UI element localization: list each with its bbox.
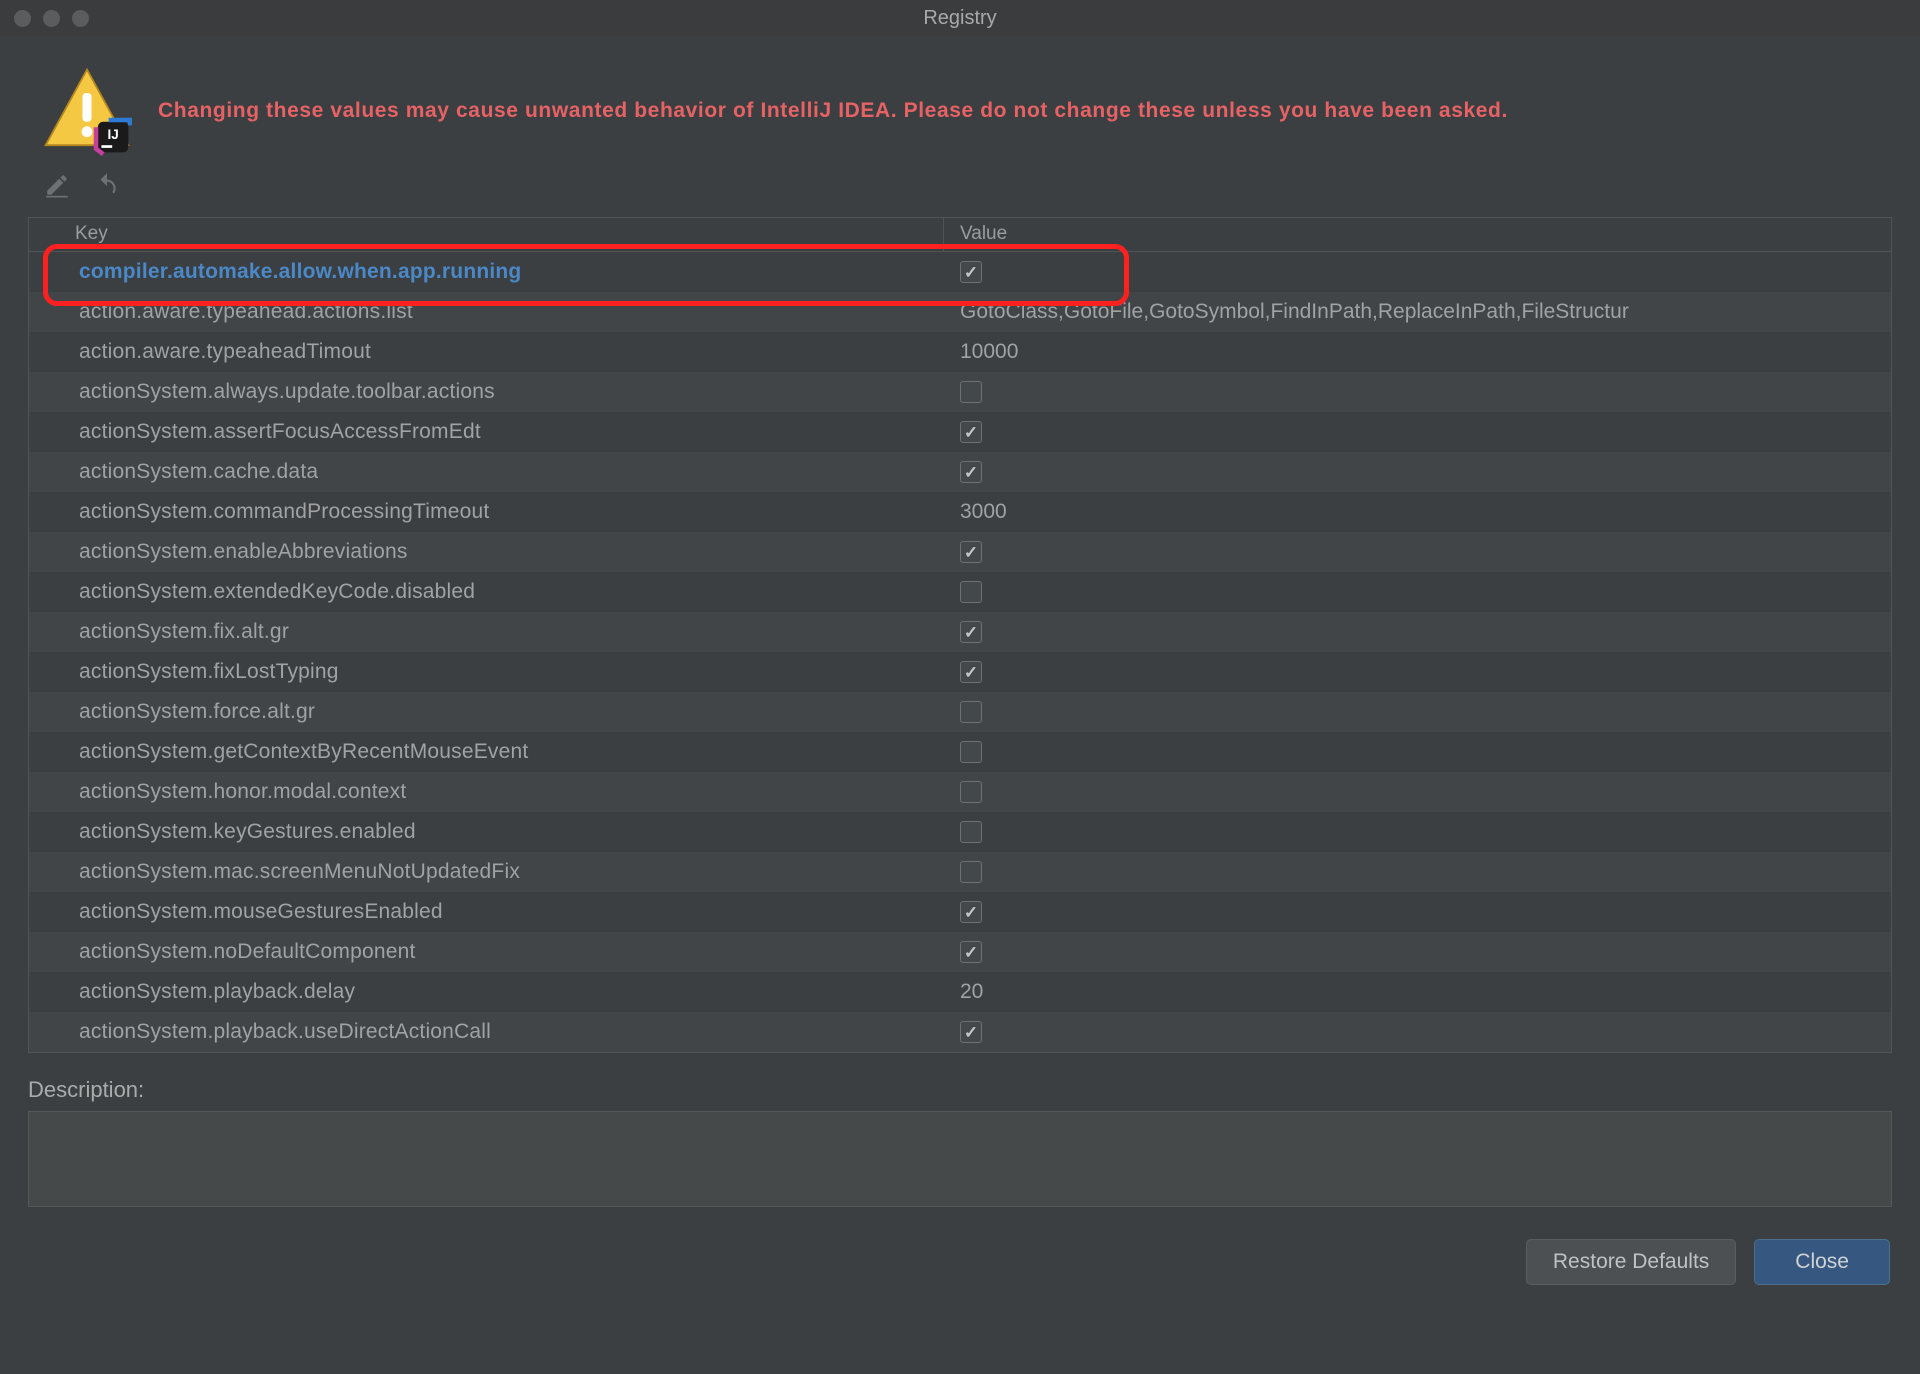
- edit-icon[interactable]: [44, 172, 70, 205]
- restore-defaults-button[interactable]: Restore Defaults: [1526, 1239, 1736, 1285]
- table-row[interactable]: actionSystem.always.update.toolbar.actio…: [29, 372, 1891, 412]
- registry-key: actionSystem.commandProcessingTimeout: [29, 500, 944, 524]
- checkbox[interactable]: [960, 541, 982, 563]
- checkbox[interactable]: [960, 261, 982, 283]
- table-row[interactable]: actionSystem.force.alt.gr: [29, 692, 1891, 732]
- registry-value[interactable]: 3000: [944, 500, 1891, 524]
- registry-value[interactable]: [944, 581, 1891, 603]
- titlebar: Registry: [0, 0, 1920, 36]
- table-row[interactable]: compiler.automake.allow.when.app.running: [29, 252, 1891, 292]
- description-label: Description:: [0, 1073, 1920, 1111]
- registry-key: actionSystem.noDefaultComponent: [29, 940, 944, 964]
- registry-key: actionSystem.honor.modal.context: [29, 780, 944, 804]
- registry-key: actionSystem.fixLostTyping: [29, 660, 944, 684]
- registry-key: actionSystem.enableAbbreviations: [29, 540, 944, 564]
- table-row[interactable]: action.aware.typeaheadTimout10000: [29, 332, 1891, 372]
- registry-key: actionSystem.extendedKeyCode.disabled: [29, 580, 944, 604]
- registry-value[interactable]: [944, 901, 1891, 923]
- registry-value[interactable]: 20: [944, 980, 1891, 1004]
- close-button[interactable]: Close: [1754, 1239, 1890, 1285]
- registry-value[interactable]: [944, 461, 1891, 483]
- registry-value[interactable]: [944, 421, 1891, 443]
- registry-value[interactable]: [944, 541, 1891, 563]
- table-row[interactable]: actionSystem.playback.delay20: [29, 972, 1891, 1012]
- table-row[interactable]: actionSystem.getContextByRecentMouseEven…: [29, 732, 1891, 772]
- registry-table: Key Value compiler.automake.allow.when.a…: [28, 217, 1892, 1053]
- registry-key: actionSystem.getContextByRecentMouseEven…: [29, 740, 944, 764]
- registry-key: actionSystem.force.alt.gr: [29, 700, 944, 724]
- checkbox[interactable]: [960, 821, 982, 843]
- registry-value[interactable]: 10000: [944, 340, 1891, 364]
- table-row[interactable]: actionSystem.noDefaultComponent: [29, 932, 1891, 972]
- registry-value[interactable]: [944, 381, 1891, 403]
- warning-text: Changing these values may cause unwanted…: [158, 97, 1508, 124]
- registry-key: action.aware.typeahead.actions.list: [29, 300, 944, 324]
- checkbox[interactable]: [960, 741, 982, 763]
- checkbox[interactable]: [960, 781, 982, 803]
- registry-key: actionSystem.assertFocusAccessFromEdt: [29, 420, 944, 444]
- registry-value[interactable]: [944, 861, 1891, 883]
- close-window-button[interactable]: [14, 10, 31, 27]
- registry-key: actionSystem.playback.useDirectActionCal…: [29, 1020, 944, 1044]
- warning-banner: IJ Changing these values may cause unwan…: [0, 36, 1920, 166]
- table-row[interactable]: actionSystem.playback.useDirectActionCal…: [29, 1012, 1891, 1052]
- registry-value[interactable]: [944, 621, 1891, 643]
- registry-key: actionSystem.keyGestures.enabled: [29, 820, 944, 844]
- warning-icon: IJ: [42, 66, 132, 156]
- registry-value[interactable]: [944, 941, 1891, 963]
- toolbar: [0, 166, 1920, 217]
- checkbox[interactable]: [960, 1021, 982, 1043]
- registry-key: actionSystem.always.update.toolbar.actio…: [29, 380, 944, 404]
- zoom-window-button[interactable]: [72, 10, 89, 27]
- window-title: Registry: [923, 7, 996, 30]
- registry-key: action.aware.typeaheadTimout: [29, 340, 944, 364]
- registry-key: actionSystem.cache.data: [29, 460, 944, 484]
- registry-key: actionSystem.fix.alt.gr: [29, 620, 944, 644]
- table-row[interactable]: actionSystem.mouseGesturesEnabled: [29, 892, 1891, 932]
- checkbox[interactable]: [960, 661, 982, 683]
- registry-key: actionSystem.playback.delay: [29, 980, 944, 1004]
- checkbox[interactable]: [960, 901, 982, 923]
- dialog-footer: Restore Defaults Close: [0, 1207, 1920, 1285]
- table-row[interactable]: actionSystem.honor.modal.context: [29, 772, 1891, 812]
- table-row[interactable]: actionSystem.assertFocusAccessFromEdt: [29, 412, 1891, 452]
- checkbox[interactable]: [960, 701, 982, 723]
- registry-value[interactable]: [944, 821, 1891, 843]
- registry-value[interactable]: [944, 781, 1891, 803]
- registry-key: compiler.automake.allow.when.app.running: [29, 260, 944, 284]
- minimize-window-button[interactable]: [43, 10, 60, 27]
- table-row[interactable]: actionSystem.keyGestures.enabled: [29, 812, 1891, 852]
- registry-value[interactable]: GotoClass,GotoFile,GotoSymbol,FindInPath…: [944, 300, 1891, 324]
- table-row[interactable]: actionSystem.commandProcessingTimeout300…: [29, 492, 1891, 532]
- checkbox[interactable]: [960, 941, 982, 963]
- registry-key: actionSystem.mouseGesturesEnabled: [29, 900, 944, 924]
- registry-value[interactable]: [944, 661, 1891, 683]
- table-row[interactable]: actionSystem.extendedKeyCode.disabled: [29, 572, 1891, 612]
- table-row[interactable]: actionSystem.fix.alt.gr: [29, 612, 1891, 652]
- table-row[interactable]: actionSystem.mac.screenMenuNotUpdatedFix: [29, 852, 1891, 892]
- column-value[interactable]: Value: [944, 218, 1891, 251]
- checkbox[interactable]: [960, 461, 982, 483]
- registry-value[interactable]: [944, 261, 1891, 283]
- checkbox[interactable]: [960, 381, 982, 403]
- undo-icon[interactable]: [94, 172, 120, 205]
- registry-value[interactable]: [944, 741, 1891, 763]
- checkbox[interactable]: [960, 421, 982, 443]
- table-row[interactable]: action.aware.typeahead.actions.listGotoC…: [29, 292, 1891, 332]
- table-header: Key Value: [29, 218, 1891, 252]
- table-row[interactable]: actionSystem.cache.data: [29, 452, 1891, 492]
- checkbox[interactable]: [960, 861, 982, 883]
- window-controls: [0, 10, 89, 27]
- table-row[interactable]: actionSystem.enableAbbreviations: [29, 532, 1891, 572]
- registry-key: actionSystem.mac.screenMenuNotUpdatedFix: [29, 860, 944, 884]
- table-row[interactable]: actionSystem.fixLostTyping: [29, 652, 1891, 692]
- registry-value[interactable]: [944, 701, 1891, 723]
- svg-text:IJ: IJ: [107, 127, 118, 142]
- checkbox[interactable]: [960, 581, 982, 603]
- registry-value[interactable]: [944, 1021, 1891, 1043]
- checkbox[interactable]: [960, 621, 982, 643]
- description-box: [28, 1111, 1892, 1207]
- table-body: compiler.automake.allow.when.app.running…: [29, 252, 1891, 1052]
- column-key[interactable]: Key: [29, 218, 944, 251]
